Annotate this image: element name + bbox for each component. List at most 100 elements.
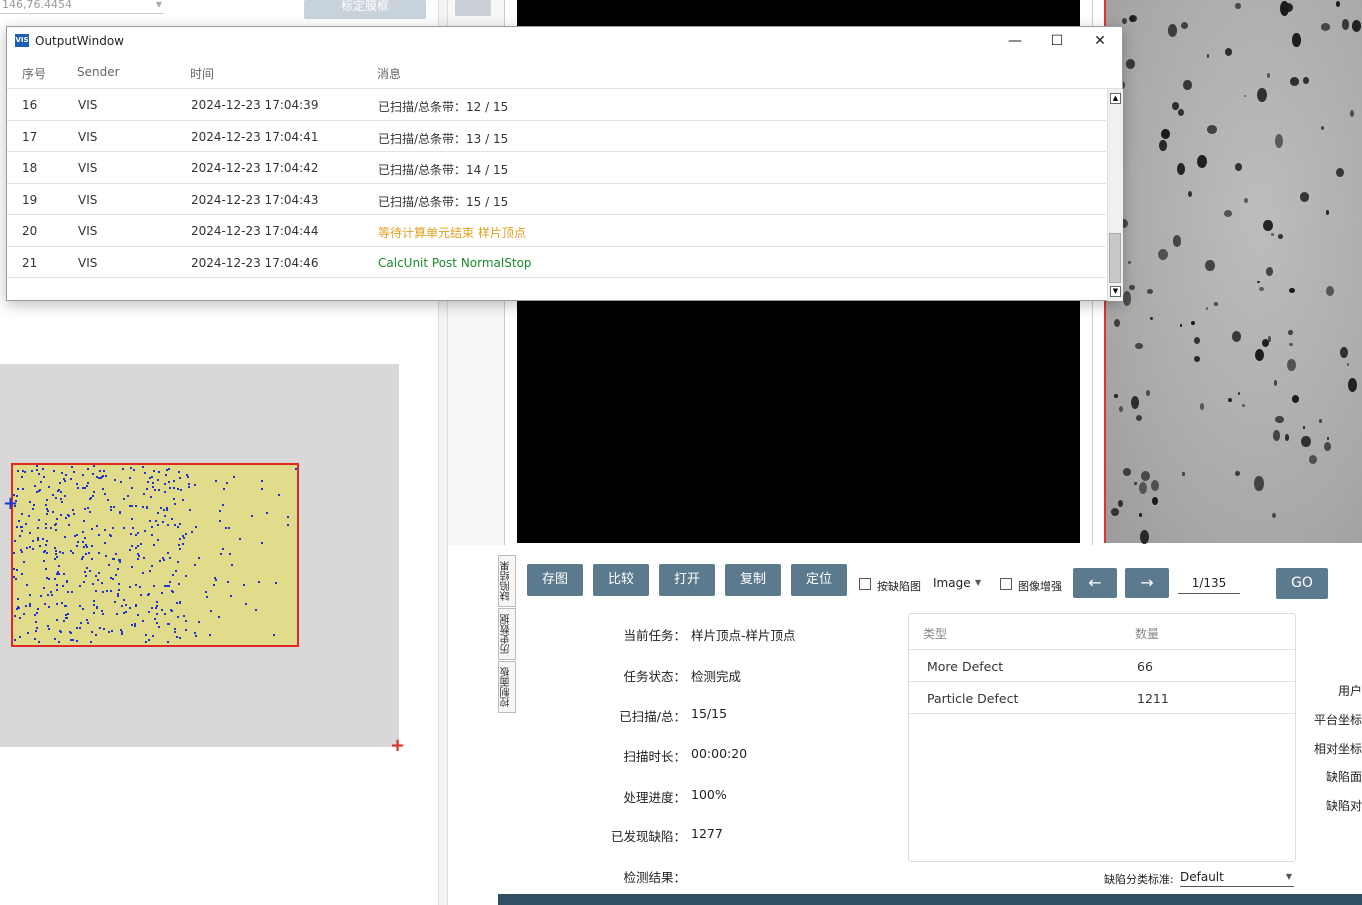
scanned-total-label: 已扫描/总： — [619, 709, 686, 724]
locate-button[interactable]: 定位 — [791, 564, 847, 596]
scroll-up-icon[interactable]: ▲ — [1110, 93, 1121, 104]
defect-point — [45, 539, 48, 542]
defect-point — [260, 541, 263, 544]
next-image-button[interactable]: → — [1125, 568, 1169, 598]
tab-defect-results[interactable]: 缺陷结果 — [498, 555, 516, 607]
log-sender: VIS — [78, 129, 98, 144]
defect-point — [176, 525, 179, 528]
log-row[interactable]: 20 VIS 2024-12-23 17:04:44 等待计算单元结束 样片顶点 — [7, 215, 1106, 247]
defect-point — [164, 612, 167, 615]
image-enhance-checkbox[interactable] — [1000, 578, 1012, 590]
defect-point — [103, 628, 106, 630]
defect-point — [156, 612, 159, 615]
defect-point — [18, 535, 21, 538]
particle-blob — [1347, 378, 1358, 392]
log-row[interactable]: 19 VIS 2024-12-23 17:04:43 已扫描/总条带：15 / 15 — [7, 184, 1106, 215]
compare-button[interactable]: 比较 — [593, 564, 649, 596]
column-sender[interactable]: Sender — [77, 65, 120, 79]
chevron-down-icon[interactable]: ▼ — [1286, 872, 1292, 881]
defect-row[interactable]: More Defect 66 — [909, 650, 1295, 682]
scan-duration-value: 00:00:20 — [691, 746, 748, 761]
defect-point — [274, 582, 277, 585]
column-message[interactable]: 消息 — [377, 65, 401, 82]
output-table-header: 序号 Sender 时间 消息 — [7, 55, 1122, 89]
corner-marker-icon: + — [390, 735, 406, 756]
refresh-button[interactable] — [455, 0, 491, 16]
defect-point — [64, 474, 67, 477]
by-defect-map-checkbox[interactable] — [859, 578, 871, 590]
defect-point — [36, 468, 39, 471]
copy-button[interactable]: 复制 — [725, 564, 781, 596]
log-message: 已扫描/总条带：14 / 15 — [378, 163, 509, 177]
defect-point — [173, 524, 176, 527]
defect-point — [137, 557, 140, 560]
maximize-button[interactable]: ☐ — [1037, 31, 1077, 51]
microscope-image[interactable] — [1104, 0, 1362, 544]
defect-point — [34, 614, 37, 617]
defect-point — [16, 470, 19, 473]
defect-point — [56, 619, 59, 622]
defect-point — [183, 614, 186, 617]
particle-blob — [1271, 233, 1275, 237]
particle-blob — [1193, 355, 1201, 363]
defect-summary-table: 类型 数量 More Defect 66 Particle Defect 1211 — [908, 613, 1296, 862]
defect-row[interactable]: Particle Defect 1211 — [909, 682, 1295, 714]
defect-point — [86, 567, 89, 570]
column-index[interactable]: 序号 — [22, 65, 46, 82]
defect-point — [144, 471, 147, 474]
chevron-down-icon[interactable]: ▼ — [975, 578, 981, 587]
particle-blob — [1128, 15, 1137, 23]
defect-point — [35, 629, 38, 632]
defect-point — [83, 520, 86, 523]
defect-point — [112, 578, 115, 581]
defect-point — [16, 568, 19, 571]
particle-blob — [1123, 468, 1132, 476]
save-image-button[interactable]: 存图 — [527, 564, 583, 596]
defect-point — [86, 618, 89, 621]
defect-point — [142, 505, 145, 508]
output-scrollbar[interactable]: ▲ ▼ — [1107, 89, 1123, 301]
column-time[interactable]: 时间 — [190, 65, 214, 82]
page-index-input[interactable]: 1/135 — [1178, 576, 1240, 594]
defect-point — [38, 473, 41, 476]
coordinate-input[interactable]: 146,76.4454 ▼ — [0, 0, 164, 14]
image-mode-select[interactable]: Image — [933, 576, 971, 590]
defect-point — [75, 640, 78, 643]
defect-point — [13, 551, 16, 554]
calibrate-frame-button[interactable]: 标定膜框 — [304, 0, 426, 19]
defect-point — [29, 531, 32, 534]
defect-point — [190, 530, 193, 533]
defect-point — [155, 607, 158, 610]
column-count[interactable]: 数量 — [1135, 625, 1159, 642]
chevron-down-icon[interactable]: ▼ — [156, 0, 162, 10]
log-row[interactable]: 18 VIS 2024-12-23 17:04:42 已扫描/总条带：14 / 15 — [7, 152, 1106, 184]
defect-point — [155, 520, 158, 523]
open-button[interactable]: 打开 — [659, 564, 715, 596]
minimize-button[interactable]: — — [995, 31, 1035, 51]
scrollbar-thumb[interactable] — [1109, 233, 1121, 283]
defect-point — [56, 588, 59, 591]
classification-select[interactable]: Default ▼ — [1180, 867, 1294, 887]
wafer-sample-region[interactable] — [11, 463, 299, 647]
defect-point — [176, 560, 179, 563]
go-button[interactable]: GO — [1276, 568, 1328, 599]
defect-point — [169, 556, 172, 559]
log-row[interactable]: 16 VIS 2024-12-23 17:04:39 已扫描/总条带：12 / 15 — [7, 89, 1106, 121]
output-window-titlebar[interactable]: VIS OutputWindow — ☐ ✕ — [7, 27, 1122, 55]
particle-blob — [1257, 280, 1261, 284]
defect-point — [70, 639, 73, 642]
defect-point — [69, 550, 72, 553]
defect-point — [166, 469, 169, 472]
defect-point — [70, 466, 73, 469]
scroll-down-icon[interactable]: ▼ — [1110, 286, 1121, 297]
prev-image-button[interactable]: ← — [1073, 568, 1117, 598]
log-row[interactable]: 21 VIS 2024-12-23 17:04:46 CalcUnit Post No… — [7, 247, 1106, 278]
particle-blob — [1205, 259, 1215, 272]
defect-point — [106, 499, 109, 502]
particle-blob — [1274, 380, 1278, 386]
defect-point — [142, 465, 145, 468]
column-type[interactable]: 类型 — [923, 625, 947, 642]
log-row[interactable]: 17 VIS 2024-12-23 17:04:41 已扫描/总条带：13 / 15 — [7, 121, 1106, 152]
particle-blob — [1273, 430, 1280, 441]
close-button[interactable]: ✕ — [1080, 31, 1120, 51]
